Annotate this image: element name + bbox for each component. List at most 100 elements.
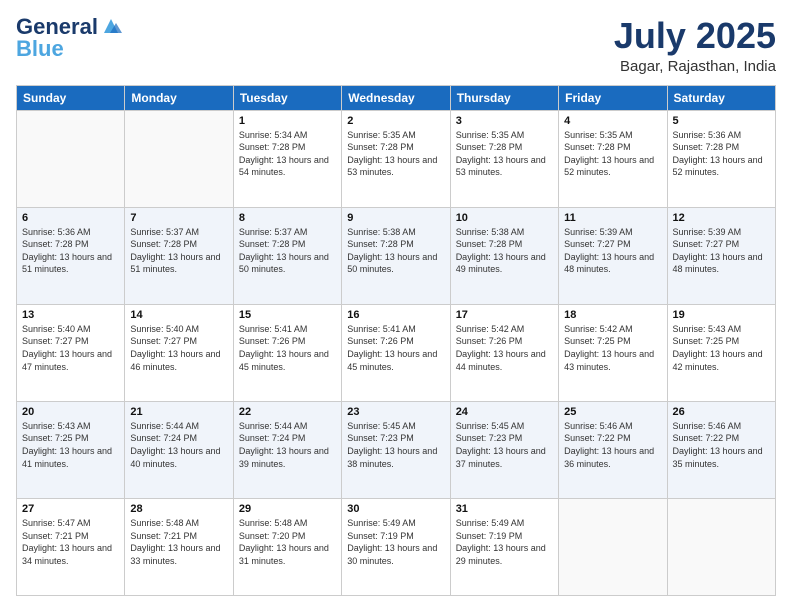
day-info: Sunrise: 5:42 AMSunset: 7:25 PMDaylight:… <box>564 323 661 373</box>
calendar-cell: 25Sunrise: 5:46 AMSunset: 7:22 PMDayligh… <box>559 401 667 498</box>
day-number: 4 <box>564 115 661 127</box>
day-number: 12 <box>673 212 770 224</box>
calendar-week-row: 1 Sunrise: 5:34 AMSunset: 7:28 PMDaylight… <box>17 110 776 207</box>
day-number: 8 <box>239 212 336 224</box>
day-number: 27 <box>22 503 119 515</box>
calendar-cell: 11Sunrise: 5:39 AMSunset: 7:27 PMDayligh… <box>559 207 667 304</box>
day-number: 20 <box>22 406 119 418</box>
calendar-cell: 12 Sunrise: 5:39 AMSunset: 7:27 PMDayligh… <box>667 207 775 304</box>
calendar-cell: 27 Sunrise: 5:47 AMSunset: 7:21 PMDayligh… <box>17 498 125 595</box>
day-number: 30 <box>347 503 444 515</box>
day-info: Sunrise: 5:41 AMSunset: 7:26 PMDaylight:… <box>239 323 336 373</box>
day-info: Sunrise: 5:36 AMSunset: 7:28 PMDaylight:… <box>673 129 770 179</box>
day-number: 9 <box>347 212 444 224</box>
calendar-cell <box>559 498 667 595</box>
day-info: Sunrise: 5:37 AMSunset: 7:28 PMDaylight:… <box>130 226 227 276</box>
day-number: 24 <box>456 406 553 418</box>
calendar-cell <box>125 110 233 207</box>
day-number: 14 <box>130 309 227 321</box>
day-number: 18 <box>564 309 661 321</box>
day-info: Sunrise: 5:42 AMSunset: 7:26 PMDaylight:… <box>456 323 553 373</box>
day-info: Sunrise: 5:48 AMSunset: 7:21 PMDaylight:… <box>130 517 227 567</box>
day-info: Sunrise: 5:47 AMSunset: 7:21 PMDaylight:… <box>22 517 119 567</box>
calendar-cell: 6 Sunrise: 5:36 AMSunset: 7:28 PMDaylight… <box>17 207 125 304</box>
calendar-cell: 5 Sunrise: 5:36 AMSunset: 7:28 PMDaylight… <box>667 110 775 207</box>
calendar-cell: 3Sunrise: 5:35 AMSunset: 7:28 PMDaylight… <box>450 110 558 207</box>
day-info: Sunrise: 5:37 AMSunset: 7:28 PMDaylight:… <box>239 226 336 276</box>
calendar-cell <box>667 498 775 595</box>
calendar-cell: 31Sunrise: 5:49 AMSunset: 7:19 PMDayligh… <box>450 498 558 595</box>
weekday-header-wednesday: Wednesday <box>342 85 450 110</box>
calendar-cell: 23Sunrise: 5:45 AMSunset: 7:23 PMDayligh… <box>342 401 450 498</box>
calendar-header-row: SundayMondayTuesdayWednesdayThursdayFrid… <box>17 85 776 110</box>
calendar-cell: 10Sunrise: 5:38 AMSunset: 7:28 PMDayligh… <box>450 207 558 304</box>
day-number: 25 <box>564 406 661 418</box>
calendar-cell: 2Sunrise: 5:35 AMSunset: 7:28 PMDaylight… <box>342 110 450 207</box>
weekday-header-saturday: Saturday <box>667 85 775 110</box>
day-info: Sunrise: 5:45 AMSunset: 7:23 PMDaylight:… <box>347 420 444 470</box>
day-info: Sunrise: 5:34 AMSunset: 7:28 PMDaylight:… <box>239 129 336 179</box>
calendar-cell: 30 Sunrise: 5:49 AMSunset: 7:19 PMDayligh… <box>342 498 450 595</box>
day-number: 19 <box>673 309 770 321</box>
day-info: Sunrise: 5:36 AMSunset: 7:28 PMDaylight:… <box>22 226 119 276</box>
header: General Blue July 2025 Bagar, Rajasthan,… <box>16 16 776 75</box>
calendar-cell: 28 Sunrise: 5:48 AMSunset: 7:21 PMDayligh… <box>125 498 233 595</box>
calendar-week-row: 13 Sunrise: 5:40 AMSunset: 7:27 PMDayligh… <box>17 304 776 401</box>
title-block: July 2025 Bagar, Rajasthan, India <box>614 16 776 75</box>
weekday-header-sunday: Sunday <box>17 85 125 110</box>
day-info: Sunrise: 5:38 AMSunset: 7:28 PMDaylight:… <box>456 226 553 276</box>
logo-general: General <box>16 16 98 38</box>
day-info: Sunrise: 5:38 AMSunset: 7:28 PMDaylight:… <box>347 226 444 276</box>
calendar-cell: 18 Sunrise: 5:42 AMSunset: 7:25 PMDayligh… <box>559 304 667 401</box>
calendar-week-row: 20Sunrise: 5:43 AMSunset: 7:25 PMDayligh… <box>17 401 776 498</box>
calendar-cell: 7 Sunrise: 5:37 AMSunset: 7:28 PMDaylight… <box>125 207 233 304</box>
weekday-header-thursday: Thursday <box>450 85 558 110</box>
calendar-cell: 1 Sunrise: 5:34 AMSunset: 7:28 PMDaylight… <box>233 110 341 207</box>
day-info: Sunrise: 5:49 AMSunset: 7:19 PMDaylight:… <box>347 517 444 567</box>
calendar-week-row: 27 Sunrise: 5:47 AMSunset: 7:21 PMDayligh… <box>17 498 776 595</box>
day-number: 13 <box>22 309 119 321</box>
calendar-cell: 9 Sunrise: 5:38 AMSunset: 7:28 PMDaylight… <box>342 207 450 304</box>
day-info: Sunrise: 5:44 AMSunset: 7:24 PMDaylight:… <box>130 420 227 470</box>
day-number: 22 <box>239 406 336 418</box>
day-info: Sunrise: 5:41 AMSunset: 7:26 PMDaylight:… <box>347 323 444 373</box>
calendar-table: SundayMondayTuesdayWednesdayThursdayFrid… <box>16 85 776 596</box>
day-number: 6 <box>22 212 119 224</box>
day-number: 26 <box>673 406 770 418</box>
calendar-cell: 19 Sunrise: 5:43 AMSunset: 7:25 PMDayligh… <box>667 304 775 401</box>
day-info: Sunrise: 5:40 AMSunset: 7:27 PMDaylight:… <box>130 323 227 373</box>
calendar-cell: 16 Sunrise: 5:41 AMSunset: 7:26 PMDayligh… <box>342 304 450 401</box>
day-number: 16 <box>347 309 444 321</box>
day-info: Sunrise: 5:48 AMSunset: 7:20 PMDaylight:… <box>239 517 336 567</box>
calendar-cell: 14 Sunrise: 5:40 AMSunset: 7:27 PMDayligh… <box>125 304 233 401</box>
day-number: 28 <box>130 503 227 515</box>
main-title: July 2025 <box>614 16 776 56</box>
day-info: Sunrise: 5:35 AMSunset: 7:28 PMDaylight:… <box>347 129 444 179</box>
calendar-cell: 21 Sunrise: 5:44 AMSunset: 7:24 PMDayligh… <box>125 401 233 498</box>
day-info: Sunrise: 5:35 AMSunset: 7:28 PMDaylight:… <box>456 129 553 179</box>
calendar-cell: 26 Sunrise: 5:46 AMSunset: 7:22 PMDayligh… <box>667 401 775 498</box>
day-info: Sunrise: 5:35 AMSunset: 7:28 PMDaylight:… <box>564 129 661 179</box>
logo-icon <box>100 15 122 37</box>
day-info: Sunrise: 5:46 AMSunset: 7:22 PMDaylight:… <box>673 420 770 470</box>
logo-blue: Blue <box>16 38 64 60</box>
day-info: Sunrise: 5:39 AMSunset: 7:27 PMDaylight:… <box>673 226 770 276</box>
calendar-cell: 24Sunrise: 5:45 AMSunset: 7:23 PMDayligh… <box>450 401 558 498</box>
day-number: 5 <box>673 115 770 127</box>
day-info: Sunrise: 5:43 AMSunset: 7:25 PMDaylight:… <box>673 323 770 373</box>
day-number: 7 <box>130 212 227 224</box>
logo: General Blue <box>16 16 122 60</box>
day-number: 29 <box>239 503 336 515</box>
calendar-cell <box>17 110 125 207</box>
calendar-cell: 20Sunrise: 5:43 AMSunset: 7:25 PMDayligh… <box>17 401 125 498</box>
day-number: 21 <box>130 406 227 418</box>
weekday-header-tuesday: Tuesday <box>233 85 341 110</box>
day-info: Sunrise: 5:39 AMSunset: 7:27 PMDaylight:… <box>564 226 661 276</box>
day-info: Sunrise: 5:40 AMSunset: 7:27 PMDaylight:… <box>22 323 119 373</box>
calendar-cell: 8 Sunrise: 5:37 AMSunset: 7:28 PMDaylight… <box>233 207 341 304</box>
day-number: 17 <box>456 309 553 321</box>
weekday-header-friday: Friday <box>559 85 667 110</box>
day-number: 1 <box>239 115 336 127</box>
calendar-cell: 13 Sunrise: 5:40 AMSunset: 7:27 PMDayligh… <box>17 304 125 401</box>
subtitle: Bagar, Rajasthan, India <box>614 58 776 75</box>
